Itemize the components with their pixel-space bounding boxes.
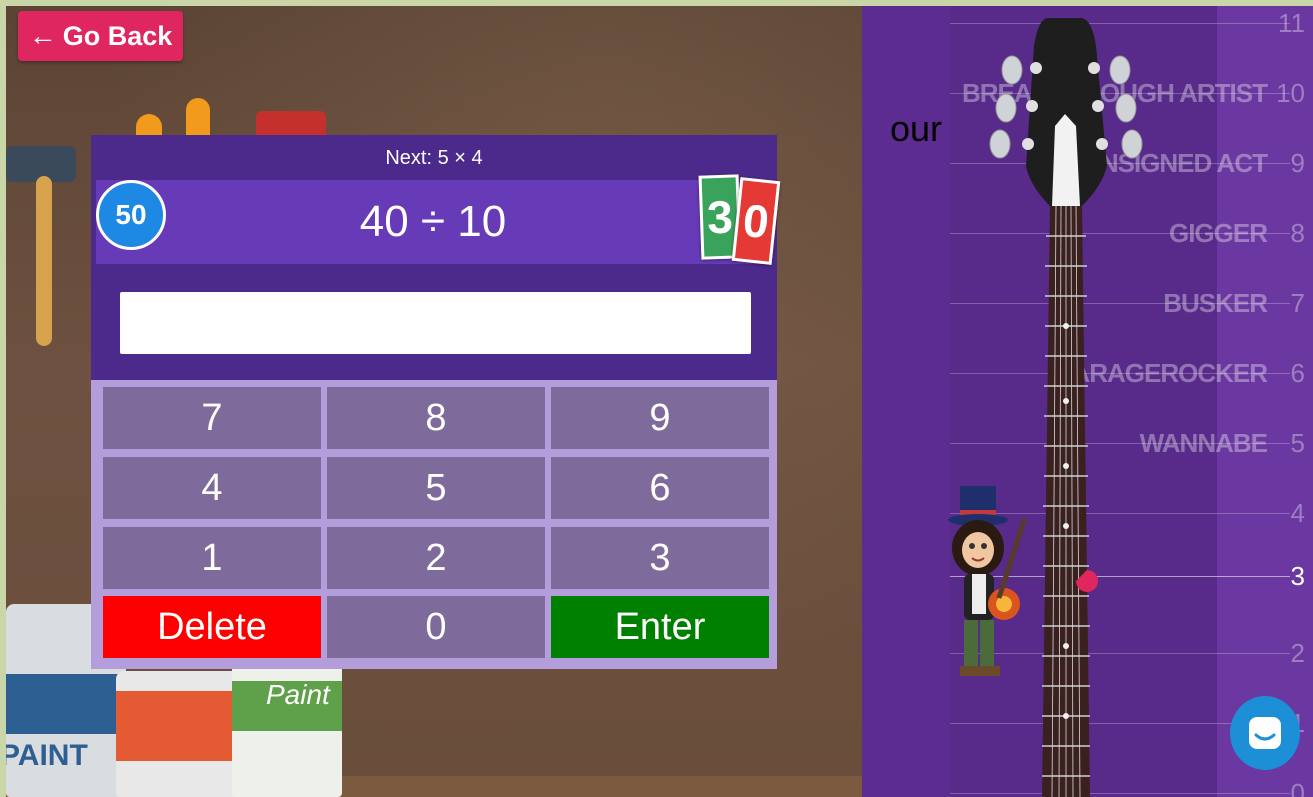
ladder-stripe <box>1217 6 1313 797</box>
key-5[interactable]: 5 <box>327 457 545 519</box>
level-number: 11 <box>1278 8 1305 38</box>
enter-button[interactable]: Enter <box>551 596 769 658</box>
level-name: GIGGER <box>1168 218 1268 248</box>
paint-can-label: PAINT <box>6 739 88 772</box>
keypad: 7 8 9 4 5 6 1 2 3 Delete 0 Enter <box>91 380 777 669</box>
level-name: BUSKER <box>1163 288 1268 318</box>
key-9[interactable]: 9 <box>551 387 769 449</box>
key-2[interactable]: 2 <box>327 527 545 589</box>
go-back-button[interactable]: ← Go Back <box>18 11 183 61</box>
paint-can-stripe <box>116 691 246 761</box>
key-1[interactable]: 1 <box>103 527 321 589</box>
chat-button[interactable] <box>1230 696 1300 770</box>
paint-can-green: Paint <box>232 661 342 797</box>
quiz-panel: Next: 5 × 4 40 ÷ 10 50 3 0 7 8 9 4 5 6 1… <box>91 135 781 669</box>
level-number: 8 <box>1290 218 1305 248</box>
question-text: 40 ÷ 10 <box>359 197 507 246</box>
key-0[interactable]: 0 <box>327 596 545 658</box>
key-3[interactable]: 3 <box>551 527 769 589</box>
level-number: 0 <box>1290 778 1305 797</box>
level-ladder: 11 BREAKTHROUGH ARTIST 10 UNSIGNED ACT 9… <box>862 6 1313 797</box>
overlay-text: our <box>890 108 943 149</box>
delete-button[interactable]: Delete <box>103 596 321 658</box>
level-number: 6 <box>1290 358 1305 388</box>
level-number: 4 <box>1290 498 1305 528</box>
timer-badge: 50 <box>96 180 166 250</box>
level-number: 2 <box>1290 638 1305 668</box>
key-6[interactable]: 6 <box>551 457 769 519</box>
paint-can-orange <box>116 671 246 797</box>
paint-can-stripe <box>6 674 126 734</box>
rocker-character <box>948 486 1028 676</box>
level-number-current: 3 <box>1290 561 1305 591</box>
level-number: 7 <box>1290 288 1305 318</box>
level-number: 10 <box>1276 78 1305 108</box>
next-question-label: Next: 5 × 4 <box>385 147 483 169</box>
go-back-label: Go Back <box>62 20 173 51</box>
answer-input[interactable] <box>120 292 751 354</box>
score-cards: 3 0 <box>696 173 781 265</box>
level-marker-icon <box>1076 570 1098 592</box>
chat-icon <box>1249 717 1281 749</box>
key-7[interactable]: 7 <box>103 387 321 449</box>
key-8[interactable]: 8 <box>327 387 545 449</box>
key-4[interactable]: 4 <box>103 457 321 519</box>
paint-can-label: Paint <box>266 679 330 710</box>
game-window: PAINT Paint ← Go Back Next: 5 × 4 40 ÷ 1… <box>6 6 1313 797</box>
score-digit-card: 0 <box>731 177 781 265</box>
level-number: 5 <box>1290 428 1305 458</box>
level-number: 9 <box>1290 148 1305 178</box>
hammer-handle <box>36 176 52 346</box>
left-arrow-icon: ← <box>28 20 57 51</box>
question-bar: 40 ÷ 10 <box>96 180 770 264</box>
